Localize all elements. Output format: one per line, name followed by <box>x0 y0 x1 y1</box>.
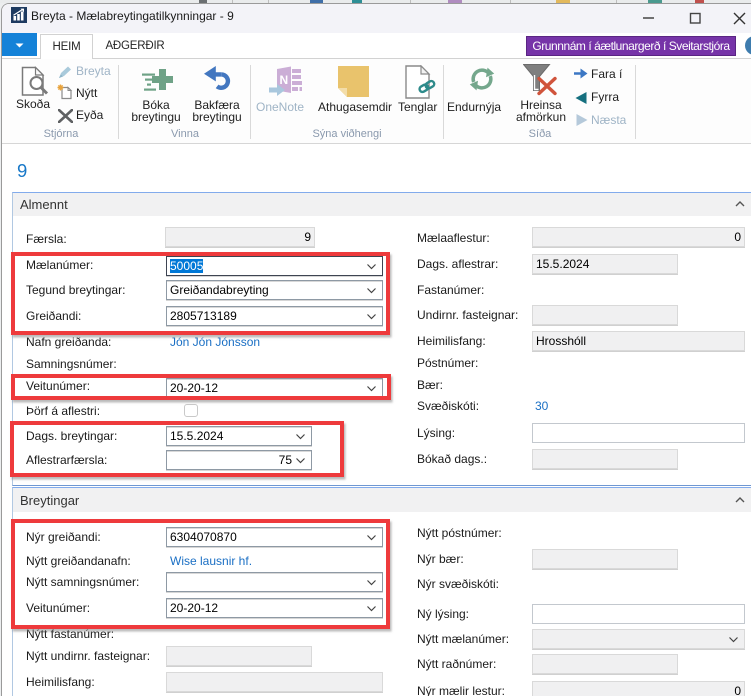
svg-text:N: N <box>280 73 289 87</box>
